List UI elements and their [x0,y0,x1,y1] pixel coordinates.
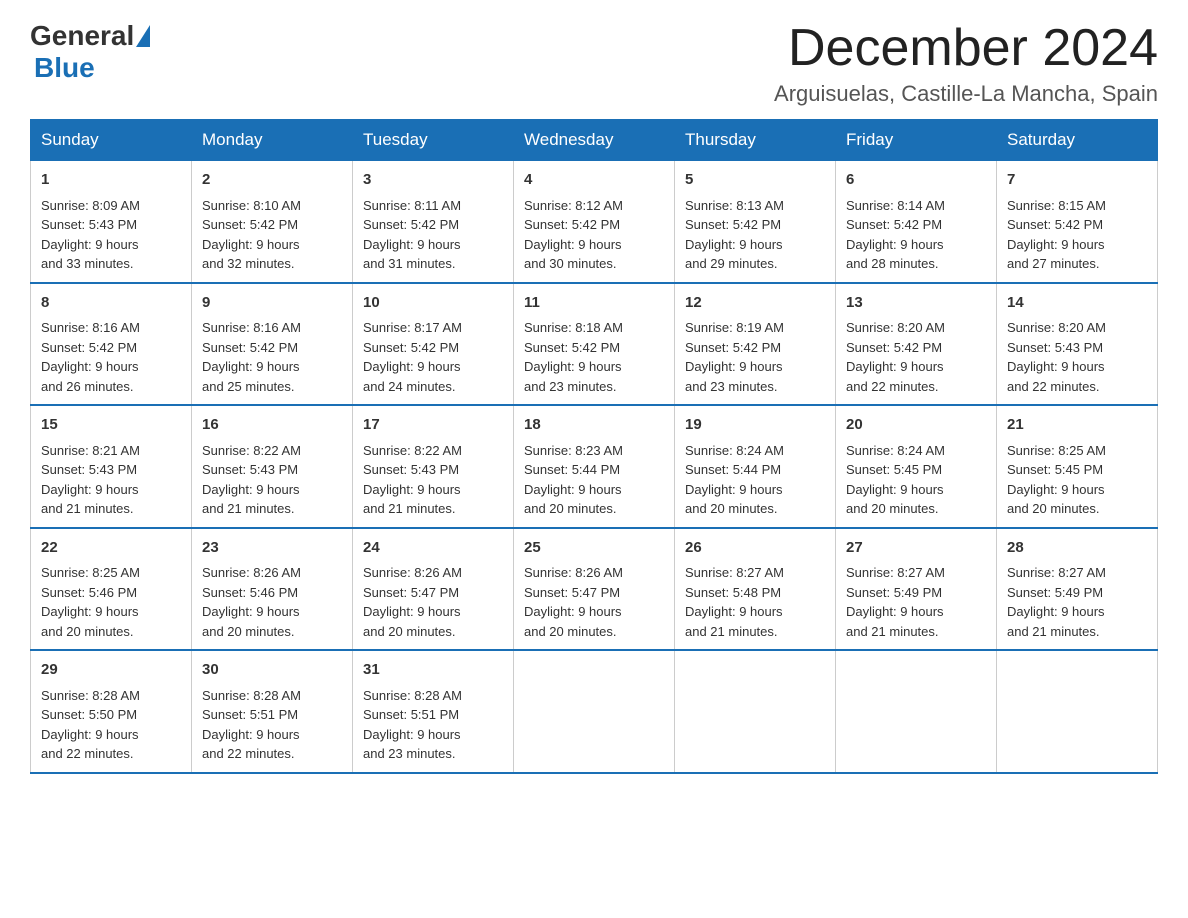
calendar-cell: 2Sunrise: 8:10 AMSunset: 5:42 PMDaylight… [192,161,353,283]
day-number: 30 [202,659,342,682]
calendar-cell: 24Sunrise: 8:26 AMSunset: 5:47 PMDayligh… [353,528,514,651]
calendar-week-row: 1Sunrise: 8:09 AMSunset: 5:43 PMDaylight… [31,161,1158,283]
calendar-cell: 4Sunrise: 8:12 AMSunset: 5:42 PMDaylight… [514,161,675,283]
day-number: 24 [363,537,503,560]
calendar-header-row: SundayMondayTuesdayWednesdayThursdayFrid… [31,120,1158,161]
calendar-cell: 15Sunrise: 8:21 AMSunset: 5:43 PMDayligh… [31,405,192,528]
calendar-cell: 1Sunrise: 8:09 AMSunset: 5:43 PMDaylight… [31,161,192,283]
day-number: 12 [685,292,825,315]
logo-general-text: General [30,20,134,52]
day-number: 2 [202,169,342,192]
logo: General Blue [30,20,152,84]
calendar-cell: 14Sunrise: 8:20 AMSunset: 5:43 PMDayligh… [997,283,1158,406]
calendar-cell: 30Sunrise: 8:28 AMSunset: 5:51 PMDayligh… [192,650,353,773]
calendar-week-row: 29Sunrise: 8:28 AMSunset: 5:50 PMDayligh… [31,650,1158,773]
weekday-header-sunday: Sunday [31,120,192,161]
calendar-week-row: 22Sunrise: 8:25 AMSunset: 5:46 PMDayligh… [31,528,1158,651]
logo-blue-text: Blue [34,52,95,83]
day-number: 26 [685,537,825,560]
day-number: 28 [1007,537,1147,560]
calendar-cell: 3Sunrise: 8:11 AMSunset: 5:42 PMDaylight… [353,161,514,283]
weekday-header-monday: Monday [192,120,353,161]
weekday-header-wednesday: Wednesday [514,120,675,161]
calendar-cell: 26Sunrise: 8:27 AMSunset: 5:48 PMDayligh… [675,528,836,651]
day-number: 10 [363,292,503,315]
calendar-cell: 19Sunrise: 8:24 AMSunset: 5:44 PMDayligh… [675,405,836,528]
day-number: 14 [1007,292,1147,315]
day-number: 25 [524,537,664,560]
calendar-cell: 18Sunrise: 8:23 AMSunset: 5:44 PMDayligh… [514,405,675,528]
day-number: 19 [685,414,825,437]
day-number: 6 [846,169,986,192]
calendar-cell: 6Sunrise: 8:14 AMSunset: 5:42 PMDaylight… [836,161,997,283]
day-number: 3 [363,169,503,192]
day-number: 23 [202,537,342,560]
calendar-cell: 13Sunrise: 8:20 AMSunset: 5:42 PMDayligh… [836,283,997,406]
calendar-cell: 17Sunrise: 8:22 AMSunset: 5:43 PMDayligh… [353,405,514,528]
day-number: 21 [1007,414,1147,437]
calendar-table: SundayMondayTuesdayWednesdayThursdayFrid… [30,119,1158,774]
calendar-cell: 29Sunrise: 8:28 AMSunset: 5:50 PMDayligh… [31,650,192,773]
calendar-cell: 11Sunrise: 8:18 AMSunset: 5:42 PMDayligh… [514,283,675,406]
calendar-cell: 21Sunrise: 8:25 AMSunset: 5:45 PMDayligh… [997,405,1158,528]
calendar-cell: 23Sunrise: 8:26 AMSunset: 5:46 PMDayligh… [192,528,353,651]
logo-triangle-icon [136,25,150,47]
calendar-cell: 7Sunrise: 8:15 AMSunset: 5:42 PMDaylight… [997,161,1158,283]
day-number: 18 [524,414,664,437]
day-number: 4 [524,169,664,192]
calendar-week-row: 8Sunrise: 8:16 AMSunset: 5:42 PMDaylight… [31,283,1158,406]
day-number: 29 [41,659,181,682]
day-number: 15 [41,414,181,437]
day-number: 16 [202,414,342,437]
day-number: 8 [41,292,181,315]
calendar-cell: 12Sunrise: 8:19 AMSunset: 5:42 PMDayligh… [675,283,836,406]
calendar-cell [675,650,836,773]
weekday-header-thursday: Thursday [675,120,836,161]
day-number: 17 [363,414,503,437]
calendar-cell: 16Sunrise: 8:22 AMSunset: 5:43 PMDayligh… [192,405,353,528]
day-number: 5 [685,169,825,192]
calendar-cell: 22Sunrise: 8:25 AMSunset: 5:46 PMDayligh… [31,528,192,651]
day-number: 31 [363,659,503,682]
calendar-week-row: 15Sunrise: 8:21 AMSunset: 5:43 PMDayligh… [31,405,1158,528]
day-number: 27 [846,537,986,560]
calendar-cell [836,650,997,773]
page-header: General Blue December 2024 Arguisuelas, … [30,20,1158,107]
day-number: 13 [846,292,986,315]
day-number: 7 [1007,169,1147,192]
day-number: 11 [524,292,664,315]
calendar-cell: 9Sunrise: 8:16 AMSunset: 5:42 PMDaylight… [192,283,353,406]
location-subtitle: Arguisuelas, Castille-La Mancha, Spain [774,81,1158,107]
weekday-header-tuesday: Tuesday [353,120,514,161]
title-area: December 2024 Arguisuelas, Castille-La M… [774,20,1158,107]
weekday-header-friday: Friday [836,120,997,161]
day-number: 22 [41,537,181,560]
calendar-cell [514,650,675,773]
calendar-cell: 31Sunrise: 8:28 AMSunset: 5:51 PMDayligh… [353,650,514,773]
calendar-cell [997,650,1158,773]
day-number: 20 [846,414,986,437]
calendar-cell: 20Sunrise: 8:24 AMSunset: 5:45 PMDayligh… [836,405,997,528]
calendar-cell: 8Sunrise: 8:16 AMSunset: 5:42 PMDaylight… [31,283,192,406]
calendar-cell: 10Sunrise: 8:17 AMSunset: 5:42 PMDayligh… [353,283,514,406]
day-number: 9 [202,292,342,315]
month-title: December 2024 [774,20,1158,77]
calendar-cell: 28Sunrise: 8:27 AMSunset: 5:49 PMDayligh… [997,528,1158,651]
calendar-cell: 25Sunrise: 8:26 AMSunset: 5:47 PMDayligh… [514,528,675,651]
day-number: 1 [41,169,181,192]
calendar-cell: 5Sunrise: 8:13 AMSunset: 5:42 PMDaylight… [675,161,836,283]
weekday-header-saturday: Saturday [997,120,1158,161]
calendar-cell: 27Sunrise: 8:27 AMSunset: 5:49 PMDayligh… [836,528,997,651]
